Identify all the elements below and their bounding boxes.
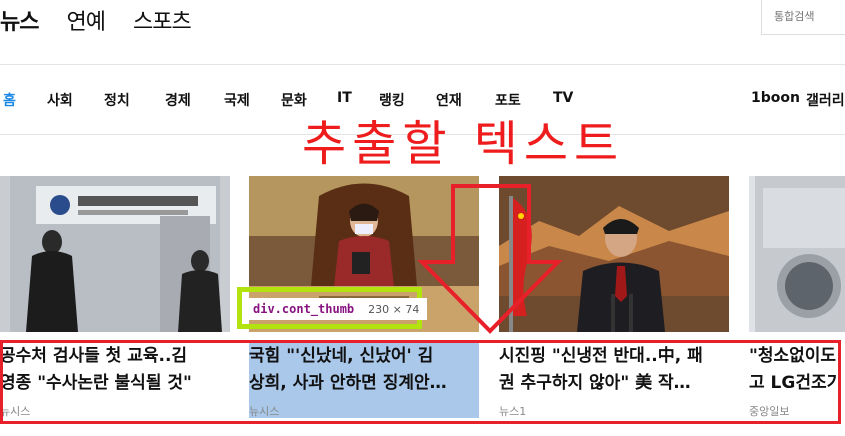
- down-arrow-icon: [417, 184, 563, 334]
- tooltip-selector: div.cont_thumb: [253, 302, 355, 316]
- devtools-tooltip: div.cont_thumb 230 × 74: [237, 287, 428, 329]
- tooltip-size: 230 × 74: [368, 302, 420, 316]
- devtools-tooltip-content: div.cont_thumb 230 × 74: [245, 298, 428, 320]
